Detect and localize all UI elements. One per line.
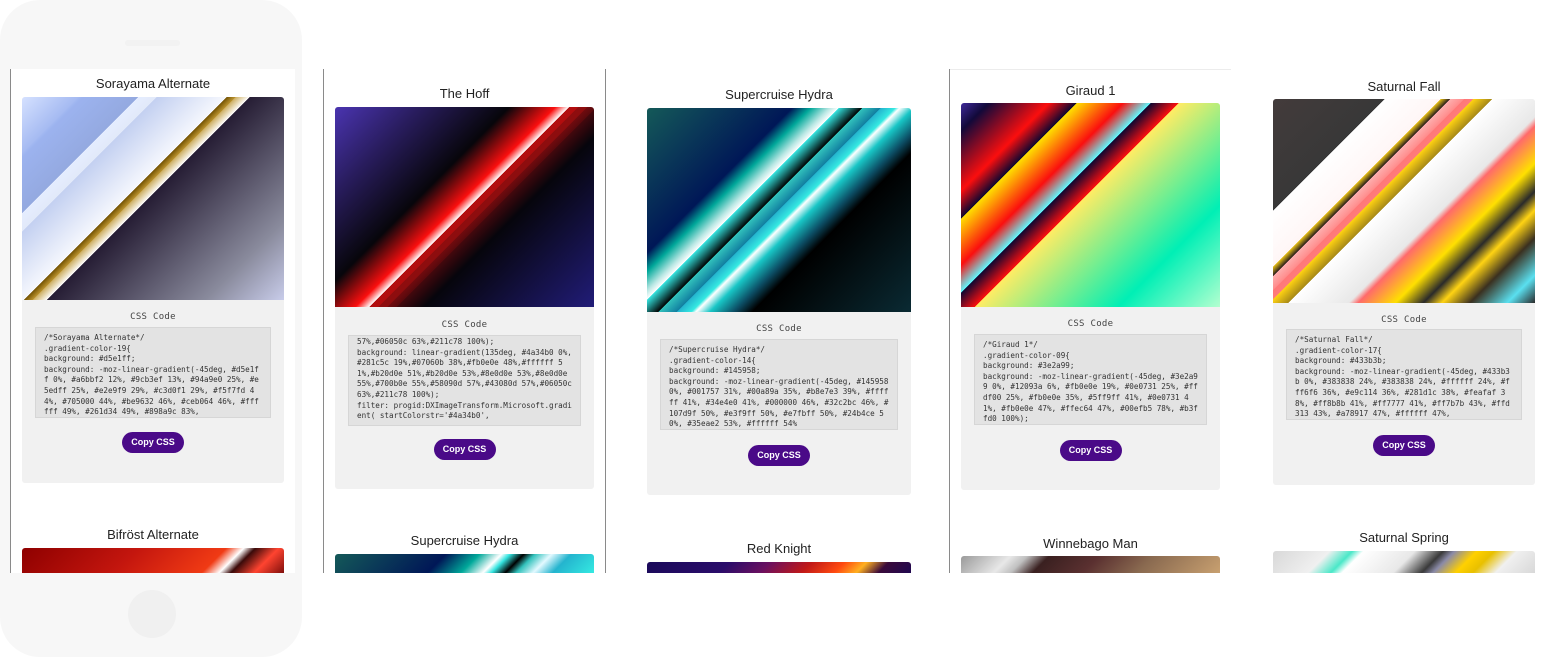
copy-css-button[interactable]: Copy CSS xyxy=(1373,435,1435,456)
css-code-block[interactable]: /*Sorayama Alternate*/ .gradient-color-1… xyxy=(35,327,271,418)
copy-css-button[interactable]: Copy CSS xyxy=(748,445,810,466)
next-gradient-title: Supercruise Hydra xyxy=(410,533,519,548)
phone-home-button xyxy=(128,590,176,638)
gradient-title: The Hoff xyxy=(439,86,490,101)
gradient-preview xyxy=(647,108,911,312)
next-gradient-title: Red Knight xyxy=(746,541,812,556)
copy-css-button[interactable]: Copy CSS xyxy=(1059,440,1122,461)
next-gradient-preview xyxy=(335,554,594,573)
app-screen-sorayama: Sorayama Alternate CSS Code /*Sorayama A… xyxy=(11,69,295,573)
copy-css-button[interactable]: Copy CSS xyxy=(122,432,184,453)
css-code-label: CSS Code xyxy=(1067,319,1114,329)
gradient-title: Saturnal Fall xyxy=(1367,79,1441,94)
gradient-card: CSS Code 57%,#06050c 63%,#211c78 100%); … xyxy=(335,107,594,489)
gradient-title: Giraud 1 xyxy=(1065,83,1116,98)
css-code-label: CSS Code xyxy=(756,324,802,334)
gradient-preview xyxy=(335,107,594,307)
next-gradient-preview xyxy=(647,562,911,573)
gradient-title: Supercruise Hydra xyxy=(725,87,833,102)
css-code-label: CSS Code xyxy=(130,312,176,322)
copy-css-button[interactable]: Copy CSS xyxy=(433,439,496,460)
gradient-card: CSS Code /*Saturnal Fall*/ .gradient-col… xyxy=(1273,99,1535,485)
gradient-card: CSS Code /*Giraud 1*/ .gradient-color-09… xyxy=(961,103,1220,490)
next-gradient-title: Winnebago Man xyxy=(1043,536,1138,551)
gradient-preview xyxy=(1273,99,1535,303)
gradient-preview xyxy=(961,103,1220,307)
css-code-block[interactable]: 57%,#06050c 63%,#211c78 100%); backgroun… xyxy=(348,335,581,426)
next-gradient-preview xyxy=(1273,551,1535,573)
gradient-card: CSS Code /*Supercruise Hydra*/ .gradient… xyxy=(647,108,911,495)
css-code-block[interactable]: /*Saturnal Fall*/ .gradient-color-17{ ba… xyxy=(1286,329,1522,420)
next-gradient-preview xyxy=(961,556,1220,573)
css-code-label: CSS Code xyxy=(1381,315,1427,325)
css-code-block[interactable]: /*Giraud 1*/ .gradient-color-09{ backgro… xyxy=(974,334,1207,425)
app-screen-the-hoff: The Hoff CSS Code 57%,#06050c 63%,#211c7… xyxy=(324,69,605,573)
gradient-title: Sorayama Alternate xyxy=(95,76,211,91)
next-gradient-title: Bifröst Alternate xyxy=(107,527,199,542)
gradient-preview xyxy=(22,97,284,300)
css-code-label: CSS Code xyxy=(441,320,488,330)
next-gradient-preview xyxy=(22,548,284,573)
app-screen-supercruise-hydra: Supercruise Hydra CSS Code /*Supercruise… xyxy=(636,69,922,573)
next-gradient-title: Saturnal Spring xyxy=(1359,530,1449,545)
css-code-block[interactable]: /*Supercruise Hydra*/ .gradient-color-14… xyxy=(660,339,898,430)
gradient-card: CSS Code /*Sorayama Alternate*/ .gradien… xyxy=(22,97,284,483)
phone-speaker xyxy=(125,40,180,46)
screen-divider xyxy=(605,69,606,573)
app-screen-giraud: Giraud 1 CSS Code /*Giraud 1*/ .gradient… xyxy=(950,69,1231,573)
app-screen-saturnal-fall: Saturnal Fall CSS Code /*Saturnal Fall*/… xyxy=(1262,69,1546,573)
